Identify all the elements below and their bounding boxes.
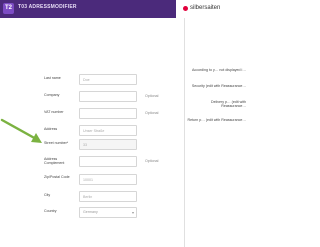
brand-name: silbersaiten [190, 5, 221, 11]
reassurance-sidebar: According to y… not displayed i… Securit… [184, 18, 248, 247]
street-number-label: Street number* [44, 141, 69, 145]
zip-input[interactable] [79, 174, 137, 185]
vat-input[interactable] [79, 108, 137, 119]
last-name-input[interactable] [79, 74, 137, 85]
country-label: Country [44, 209, 57, 213]
brand-logo-icon [183, 6, 188, 11]
app-title: T03 ADRESSMODIFIER [18, 4, 77, 10]
vat-label: VAT number [44, 110, 64, 114]
country-select[interactable]: Germany ▾ [79, 207, 137, 218]
country-select-value: Germany [83, 210, 98, 214]
zip-label: Zip/Postal Code [44, 175, 70, 179]
address-complement-input[interactable] [79, 156, 137, 167]
address-complement-label: Address Complement [44, 157, 65, 166]
chevron-down-icon: ▾ [131, 210, 134, 215]
address-label: Address [44, 127, 58, 131]
vat-optional-label: Optional [145, 111, 159, 115]
sidebar-item-info: According to y… not displayed i… [192, 68, 246, 72]
top-bar: T2 T03 ADRESSMODIFIER silbersaiten [0, 0, 247, 18]
company-optional-label: Optional [145, 94, 159, 98]
sidebar-item-security: Security (edit with Reassurance… [191, 84, 246, 88]
company-input[interactable] [79, 91, 137, 102]
city-label: City [44, 193, 51, 197]
last-name-label: Last name [44, 76, 61, 80]
address-input[interactable] [79, 125, 137, 136]
street-number-input[interactable] [79, 139, 137, 150]
company-label: Company [44, 93, 60, 97]
sidebar-item-return: Return p… (edit with Reassurance… [187, 118, 246, 122]
address-complement-optional-label: Optional [145, 159, 159, 163]
sidebar-item-delivery: Delivery p… (edit with Reassurance… [211, 100, 246, 109]
city-input[interactable] [79, 191, 137, 202]
brand-area[interactable]: silbersaiten [176, 0, 247, 18]
annotation-arrow-icon [0, 118, 42, 143]
app-logo: T2 [3, 3, 14, 14]
